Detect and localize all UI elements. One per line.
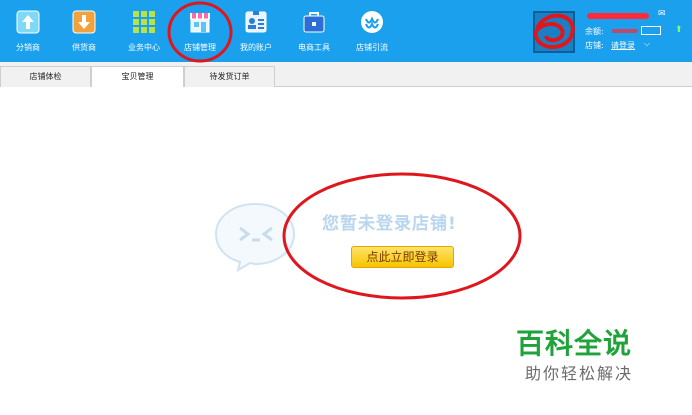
toolbar-item-distributor[interactable]: 分销商 [8, 0, 48, 62]
toolbar-item-business-center[interactable]: 业务中心 [120, 0, 168, 62]
toolbar-item-ecommerce-tools[interactable]: 电商工具 [290, 0, 338, 62]
not-logged-in-message: 您暂未登录店铺! [322, 214, 457, 234]
toolbar-label: 店铺管理 [184, 43, 216, 52]
tab-item-management[interactable]: 宝贝管理 [91, 66, 184, 88]
toolbar-item-my-account[interactable]: 我的账户 [232, 0, 280, 62]
account-icon [245, 11, 267, 33]
recharge-button[interactable] [641, 26, 661, 35]
toolbar-label: 电商工具 [298, 43, 330, 52]
toolbox-icon [303, 12, 325, 33]
distributor-icon [16, 10, 40, 34]
toolbar-item-supplier[interactable]: 供货商 [64, 0, 104, 62]
store-label: 店铺: [585, 41, 604, 50]
tab-bar: 店铺体检 宝贝管理 待发货订单 [0, 62, 692, 88]
balance-label: 余额: [585, 27, 604, 36]
tab-store-checkup[interactable]: 店铺体检 [0, 66, 91, 87]
watermark-title: 百科全说 [516, 327, 633, 360]
store-login-link[interactable]: 请登录 [611, 41, 635, 51]
top-toolbar: 分销商 供货商 业务中心 店铺管理 我的账户 电商工具 店铺引流 ✉ 余额: ⬆… [0, 0, 692, 62]
avatar[interactable] [533, 11, 575, 53]
chat-bubble-icon [214, 202, 296, 272]
toolbar-label: 店铺引流 [356, 43, 388, 52]
watermark-subtitle: 助你轻松解决 [525, 364, 634, 383]
login-now-button[interactable]: 点此立即登录 [351, 246, 454, 268]
toolbar-label: 供货商 [72, 43, 96, 52]
username-redaction [587, 13, 649, 19]
balance-redaction [612, 29, 638, 33]
tab-pending-orders[interactable]: 待发货订单 [184, 66, 275, 87]
store-icon [190, 13, 210, 33]
chevron-down-icon[interactable]: ⌵ [644, 39, 650, 49]
app-window: 分销商 供货商 业务中心 店铺管理 我的账户 电商工具 店铺引流 ✉ 余额: ⬆… [0, 0, 692, 415]
toolbar-label: 分销商 [16, 43, 40, 52]
toolbar-label: 业务中心 [128, 43, 160, 52]
toolbar-label: 我的账户 [240, 43, 272, 52]
supplier-icon [72, 10, 96, 34]
business-center-icon [133, 11, 155, 33]
toolbar-item-store-traffic[interactable]: 店铺引流 [348, 0, 396, 62]
toolbar-item-store-management[interactable]: 店铺管理 [176, 0, 224, 62]
mail-icon[interactable]: ✉ [658, 9, 666, 19]
traffic-icon [361, 11, 383, 33]
arrow-up-icon: ⬆ [675, 25, 683, 35]
